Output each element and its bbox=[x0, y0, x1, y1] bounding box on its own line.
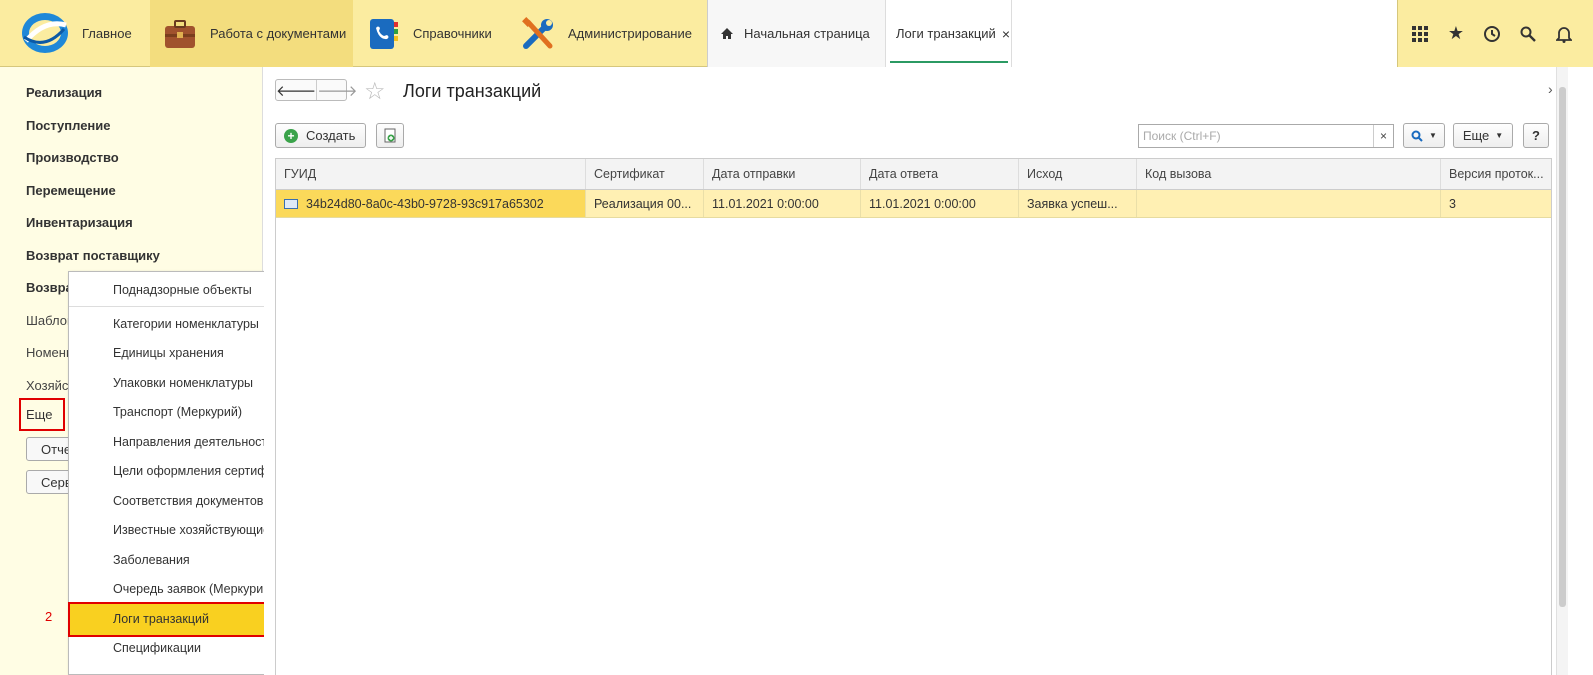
sidebar-more-label: Еще bbox=[26, 407, 53, 422]
section-main-label: Главное bbox=[82, 26, 132, 41]
menu-item-transaction-logs[interactable]: Логи транзакций bbox=[113, 612, 209, 626]
apps-grid-icon[interactable] bbox=[1410, 24, 1430, 44]
sidebar-more-button[interactable]: Еще bbox=[19, 398, 65, 431]
search-field: × bbox=[1138, 124, 1394, 148]
toolbar-right: ★ bbox=[1397, 0, 1593, 67]
menu-item-activity-directions[interactable]: Направления деятельности bbox=[113, 435, 274, 449]
column-header-outcome[interactable]: Исход bbox=[1019, 159, 1137, 189]
tab-logs-label: Логи транзакций bbox=[896, 26, 996, 41]
top-bar: Главное Работа с документами Справочники bbox=[0, 0, 1593, 67]
column-header-certificate[interactable]: Сертификат bbox=[586, 159, 704, 189]
menu-item-storage-units[interactable]: Единицы хранения bbox=[113, 346, 224, 360]
menu-item-specifications[interactable]: Спецификации bbox=[113, 641, 201, 655]
page-title: Логи транзакций bbox=[403, 81, 542, 101]
cell-guid-text: 34b24d80-8a0c-43b0-9728-93c917a65302 bbox=[306, 196, 544, 211]
table-row[interactable]: 34b24d80-8a0c-43b0-9728-93c917a65302 Реа… bbox=[276, 190, 1551, 218]
section-documents[interactable]: Работа с документами bbox=[150, 0, 353, 67]
menu-item-document-matches[interactable]: Соответствия документов bbox=[113, 494, 263, 508]
cell-outcome[interactable]: Заявка успеш... bbox=[1019, 190, 1137, 217]
column-header-response-date[interactable]: Дата ответа bbox=[861, 159, 1019, 189]
tools-icon bbox=[522, 16, 553, 49]
sidebar-item-return[interactable]: Возвра bbox=[26, 280, 73, 295]
sidebar-item-inventory[interactable]: Инвентаризация bbox=[26, 215, 133, 230]
sidebar-item-supplier-return[interactable]: Возврат поставщику bbox=[26, 248, 160, 263]
bell-icon[interactable] bbox=[1554, 24, 1574, 44]
column-header-guid[interactable]: ГУИД bbox=[276, 159, 586, 189]
phonebook-icon bbox=[370, 18, 398, 49]
annotation-step-2: 2 bbox=[45, 609, 53, 624]
favorites-star-icon[interactable]: ★ bbox=[1446, 23, 1466, 44]
cell-send-date[interactable]: 11.01.2021 0:00:00 bbox=[704, 190, 861, 217]
reports-button-label: Отче bbox=[41, 441, 72, 457]
menu-item-transport[interactable]: Транспорт (Меркурий) bbox=[113, 405, 242, 419]
menu-item-diseases[interactable]: Заболевания bbox=[113, 553, 190, 567]
create-button[interactable]: + Создать bbox=[275, 123, 366, 148]
column-header-protocol-version[interactable]: Версия проток... bbox=[1441, 159, 1551, 189]
menu-item-supervised-objects[interactable]: Поднадзорные объекты bbox=[113, 283, 252, 297]
sidebar-item-transfer[interactable]: Перемещение bbox=[26, 183, 116, 198]
panel-collapse-icon[interactable]: › bbox=[1548, 81, 1553, 97]
app-logo-icon[interactable] bbox=[20, 11, 70, 55]
cell-guid[interactable]: 34b24d80-8a0c-43b0-9728-93c917a65302 bbox=[276, 190, 586, 217]
find-button[interactable]: ▼ bbox=[1403, 123, 1445, 148]
menu-item-nomenclature-packages[interactable]: Упаковки номенклатуры bbox=[113, 376, 253, 390]
history-icon[interactable] bbox=[1482, 24, 1502, 44]
menu-item-request-queue[interactable]: Очередь заявок (Меркурий) bbox=[113, 582, 274, 596]
sidebar-item-nomenclature[interactable]: Номенк bbox=[26, 345, 72, 360]
more-actions-label: Еще bbox=[1462, 128, 1490, 143]
section-documents-label: Работа с документами bbox=[210, 26, 347, 41]
search-icon[interactable] bbox=[1518, 24, 1538, 44]
sidebar-item-receipts[interactable]: Поступление bbox=[26, 118, 111, 133]
menu-item-nomenclature-categories[interactable]: Категории номенклатуры bbox=[113, 317, 259, 331]
plus-icon: + bbox=[284, 128, 298, 143]
sidebar-item-sales[interactable]: Реализация bbox=[26, 85, 102, 100]
cell-certificate[interactable]: Реализация 00... bbox=[586, 190, 704, 217]
cell-protocol-version[interactable]: 3 bbox=[1441, 190, 1551, 217]
tab-home-label: Начальная страница bbox=[744, 26, 870, 41]
section-main[interactable]: Главное bbox=[82, 0, 132, 67]
back-arrow-icon[interactable]: 🡐 bbox=[276, 80, 316, 100]
section-administration-label: Администрирование bbox=[568, 26, 692, 41]
help-button-label: ? bbox=[1532, 128, 1540, 143]
add-to-favorites-star-icon[interactable]: ☆ bbox=[364, 77, 386, 106]
column-header-send-date[interactable]: Дата отправки bbox=[704, 159, 861, 189]
table-header: ГУИД Сертификат Дата отправки Дата ответ… bbox=[276, 159, 1551, 190]
section-references[interactable]: Справочники bbox=[365, 0, 492, 67]
tab-transaction-logs[interactable]: Логи транзакций × bbox=[886, 0, 1012, 67]
section-administration[interactable]: Администрирование bbox=[520, 0, 692, 67]
copy-document-icon bbox=[384, 128, 396, 142]
sidebar-item-production[interactable]: Производство bbox=[26, 150, 119, 165]
forward-arrow-icon[interactable]: 🡒 bbox=[316, 80, 357, 100]
sidebar-item-businesses[interactable]: Хозяйс bbox=[26, 378, 68, 393]
open-tabs-bar: Начальная страница Логи транзакций × bbox=[707, 0, 1397, 67]
record-icon bbox=[284, 198, 298, 209]
home-icon bbox=[721, 28, 733, 39]
chevron-down-icon: ▼ bbox=[1495, 131, 1504, 140]
briefcase-icon bbox=[165, 19, 195, 48]
active-tab-indicator bbox=[890, 61, 1008, 63]
help-button[interactable]: ? bbox=[1523, 123, 1549, 148]
cell-call-code[interactable] bbox=[1137, 190, 1441, 217]
tab-home-page[interactable]: Начальная страница bbox=[708, 0, 886, 67]
vertical-scrollbar[interactable] bbox=[1556, 67, 1568, 675]
magnifier-icon bbox=[1411, 130, 1423, 142]
search-input[interactable] bbox=[1139, 125, 1373, 147]
clear-search-icon[interactable]: × bbox=[1373, 125, 1393, 147]
cell-response-date[interactable]: 11.01.2021 0:00:00 bbox=[861, 190, 1019, 217]
sidebar-item-templates[interactable]: Шаблон bbox=[26, 313, 74, 328]
transaction-logs-table: ГУИД Сертификат Дата отправки Дата ответ… bbox=[275, 158, 1552, 675]
scrollbar-thumb[interactable] bbox=[1559, 87, 1566, 607]
navigation-arrows: 🡐 🡒 bbox=[275, 79, 357, 101]
copy-button[interactable] bbox=[376, 123, 404, 148]
section-references-label: Справочники bbox=[413, 26, 492, 41]
close-tab-icon[interactable]: × bbox=[1002, 26, 1010, 42]
menu-item-known-businesses[interactable]: Известные хозяйствующие bbox=[113, 523, 270, 537]
chevron-down-icon: ▼ bbox=[1429, 131, 1437, 140]
column-header-call-code[interactable]: Код вызова bbox=[1137, 159, 1441, 189]
main-content: 🡐 🡒 ☆ Логи транзакций › + Создать × ▼ Ещ… bbox=[264, 67, 1556, 675]
create-button-label: Создать bbox=[306, 128, 356, 143]
more-actions-button[interactable]: Еще ▼ bbox=[1453, 123, 1513, 148]
